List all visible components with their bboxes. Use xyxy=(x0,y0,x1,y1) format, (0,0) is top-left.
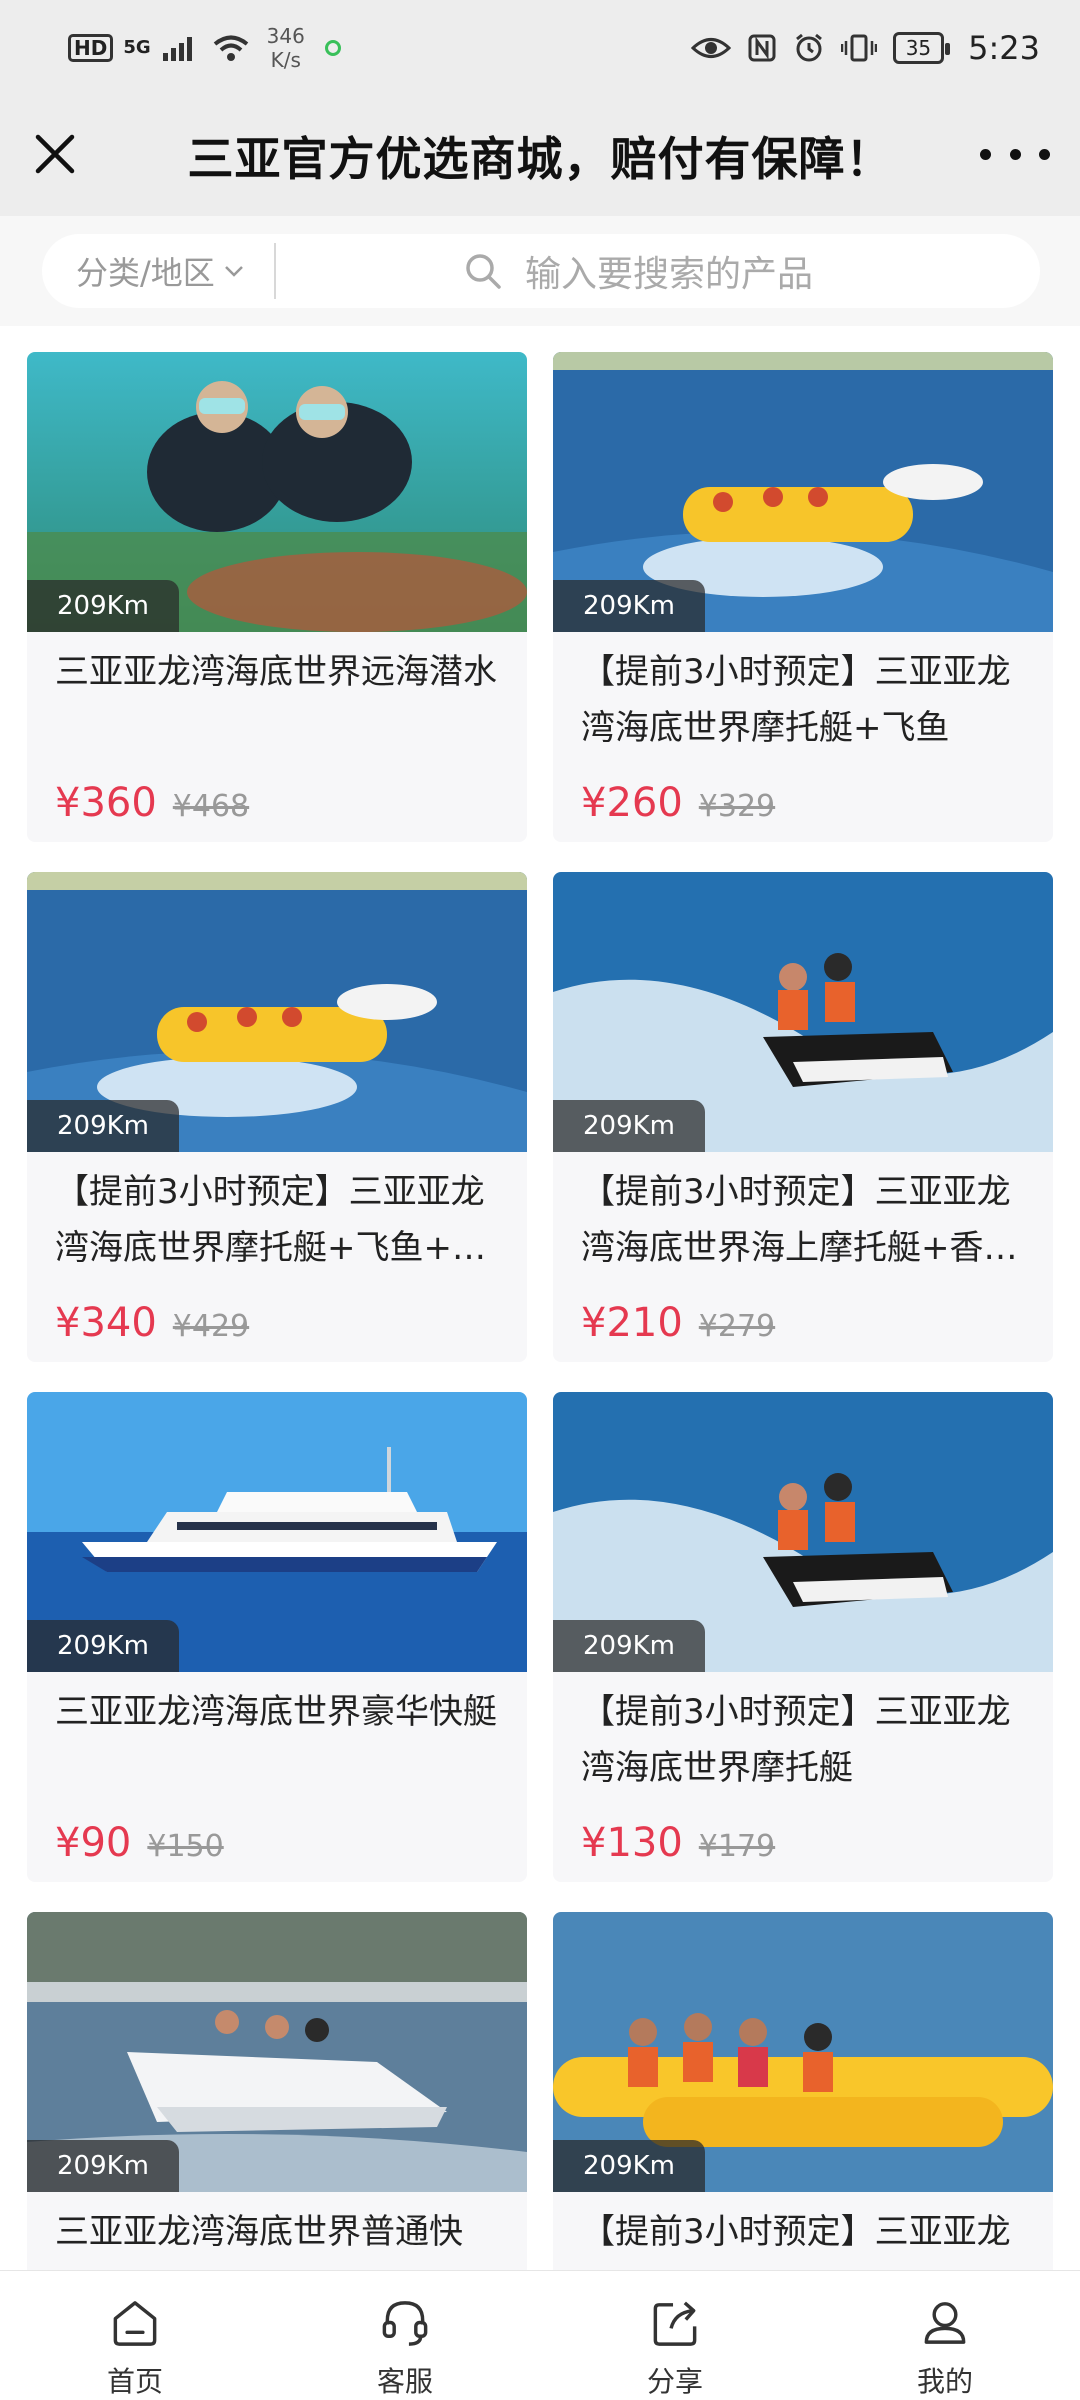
page-title: 三亚官方优选商城，赔付有保障！ xyxy=(187,132,893,186)
speed-unit: K/s xyxy=(270,48,301,72)
alarm-icon xyxy=(795,33,822,62)
product-card[interactable]: 209Km 【提前3小时预定】三亚亚龙湾海底世界海上摩托艇+香… ¥210 ¥2… xyxy=(553,872,1053,1362)
wifi-icon xyxy=(213,35,248,61)
product-title: 【提前3小时预定】三亚亚龙湾海底世界摩托艇+飞鱼+… xyxy=(55,1172,486,1268)
more-dot-icon xyxy=(1039,148,1050,160)
network-type: 5G xyxy=(123,37,151,58)
more-menu-button[interactable] xyxy=(980,134,1050,174)
distance-badge: 209Km xyxy=(553,1100,706,1152)
nav-service-label: 客服 xyxy=(376,2365,433,2398)
product-image: 209Km xyxy=(553,1912,1053,2192)
product-card[interactable]: 209Km 【提前3小时预定】三亚亚龙湾海底世界摩托艇+飞鱼+… ¥340 ¥4… xyxy=(27,872,527,1362)
product-card[interactable]: 209Km 【提前3小时预定】三亚亚龙湾海底世界摩托艇+飞鱼 ¥260 ¥329 xyxy=(553,352,1053,842)
product-image: 209Km xyxy=(27,1912,527,2192)
network-speed: 346 K/s xyxy=(267,24,305,72)
price: ¥360 xyxy=(55,780,157,826)
nav-share-label: 分享 xyxy=(646,2365,703,2398)
price-row: ¥90 ¥150 xyxy=(55,1820,224,1866)
hd-badge: HD xyxy=(68,34,114,62)
distance-badge: 209Km xyxy=(553,1620,706,1672)
product-image: 209Km xyxy=(553,872,1053,1152)
battery-icon: 35 xyxy=(892,32,951,64)
product-title: 【提前3小时预定】三亚亚龙湾海底世界摩托艇+飞鱼 xyxy=(581,652,1011,748)
product-image: 209Km xyxy=(27,352,527,632)
headset-icon xyxy=(382,2301,428,2346)
product-title: 【提前3小时预定】三亚亚龙 xyxy=(581,2212,1011,2252)
price: ¥90 xyxy=(55,1820,132,1866)
distance-badge: 209Km xyxy=(27,1100,180,1152)
original-price: ¥468 xyxy=(172,789,250,824)
product-image: 209Km xyxy=(553,352,1053,632)
product-image: 209Km xyxy=(27,1392,527,1672)
nav-home[interactable]: 首页 xyxy=(0,2271,270,2400)
speed-value: 346 xyxy=(266,24,305,48)
product-title: 三亚亚龙湾海底世界豪华快艇 xyxy=(55,1692,497,1732)
more-dot-icon xyxy=(1009,148,1021,160)
eye-icon xyxy=(690,38,731,58)
distance-badge: 209Km xyxy=(553,2140,706,2192)
search-box: 分类/地区 输入要搜索的产品 xyxy=(42,234,1040,308)
nav-share[interactable]: 分享 xyxy=(540,2271,810,2400)
original-price: ¥150 xyxy=(147,1829,224,1864)
original-price: ¥179 xyxy=(698,1829,776,1864)
close-icon xyxy=(35,134,75,174)
price-row: ¥360 ¥468 xyxy=(55,780,249,826)
category-label: 分类/地区 xyxy=(76,254,215,292)
nav-mine-label: 我的 xyxy=(916,2365,973,2398)
price-row: ¥260 ¥329 xyxy=(581,780,775,826)
price: ¥340 xyxy=(55,1300,157,1346)
distance-badge: 209Km xyxy=(27,1620,180,1672)
vibrate-icon xyxy=(840,34,877,62)
product-title: 【提前3小时预定】三亚亚龙湾海底世界海上摩托艇+香… xyxy=(581,1172,1018,1268)
price: ¥210 xyxy=(581,1300,683,1346)
price: ¥130 xyxy=(581,1820,683,1866)
product-image: 209Km xyxy=(27,872,527,1152)
app-indicator-icon xyxy=(324,40,341,56)
status-left: HD 5G 346 K/s xyxy=(68,24,341,72)
product-title: 三亚亚龙湾海底世界普通快 xyxy=(55,2212,463,2252)
price-row: ¥130 ¥179 xyxy=(581,1820,775,1866)
user-icon xyxy=(924,2302,966,2344)
clock: 5:23 xyxy=(968,29,1040,67)
close-button[interactable] xyxy=(30,126,80,182)
home-icon xyxy=(113,2301,157,2346)
distance-badge: 209Km xyxy=(27,2140,180,2192)
nfc-icon xyxy=(748,34,776,62)
product-card[interactable]: 209Km 三亚亚龙湾海底世界普通快 xyxy=(27,1912,527,2270)
distance-badge: 209Km xyxy=(553,580,706,632)
bottom-nav: 首页 客服 分享 我的 xyxy=(0,2270,1080,2400)
product-image: 209Km xyxy=(553,1392,1053,1672)
more-dot-icon xyxy=(980,148,991,160)
status-right: 35 5:23 xyxy=(690,29,1040,67)
price: ¥260 xyxy=(581,780,683,826)
product-card[interactable]: 209Km 三亚亚龙湾海底世界豪华快艇 ¥90 ¥150 xyxy=(27,1392,527,1882)
signal-icon xyxy=(162,37,192,61)
price-row: ¥210 ¥279 xyxy=(581,1300,775,1346)
search-band: 分类/地区 输入要搜索的产品 xyxy=(0,216,1080,326)
product-title: 三亚亚龙湾海底世界远海潜水 xyxy=(55,652,497,692)
product-card[interactable]: 209Km 【提前3小时预定】三亚亚龙 xyxy=(553,1912,1053,2270)
chevron-down-icon xyxy=(224,266,243,277)
product-title: 【提前3小时预定】三亚亚龙湾海底世界摩托艇 xyxy=(581,1692,1011,1788)
distance-badge: 209Km xyxy=(27,580,180,632)
product-card[interactable]: 209Km 三亚亚龙湾海底世界远海潜水 ¥360 ¥468 xyxy=(27,352,527,842)
original-price: ¥429 xyxy=(172,1309,250,1344)
product-grid: 209Km 三亚亚龙湾海底世界远海潜水 ¥360 ¥468 209Km 【提前3… xyxy=(0,326,1080,2270)
share-icon xyxy=(653,2301,697,2346)
nav-mine[interactable]: 我的 xyxy=(810,2271,1080,2400)
nav-service[interactable]: 客服 xyxy=(270,2271,540,2400)
status-bar: HD 5G 346 K/s 35 5:23 xyxy=(0,0,1080,96)
product-card[interactable]: 209Km 【提前3小时预定】三亚亚龙湾海底世界摩托艇 ¥130 ¥179 xyxy=(553,1392,1053,1882)
nav-home-label: 首页 xyxy=(106,2365,163,2398)
original-price: ¥279 xyxy=(698,1309,776,1344)
original-price: ¥329 xyxy=(698,789,776,824)
search-input[interactable]: 输入要搜索的产品 xyxy=(276,245,1040,297)
price-row: ¥340 ¥429 xyxy=(55,1300,249,1346)
search-icon xyxy=(466,254,501,289)
category-region-dropdown[interactable]: 分类/地区 xyxy=(42,248,274,294)
title-bar: 三亚官方优选商城，赔付有保障！ xyxy=(0,96,1080,216)
search-placeholder: 输入要搜索的产品 xyxy=(524,254,813,295)
